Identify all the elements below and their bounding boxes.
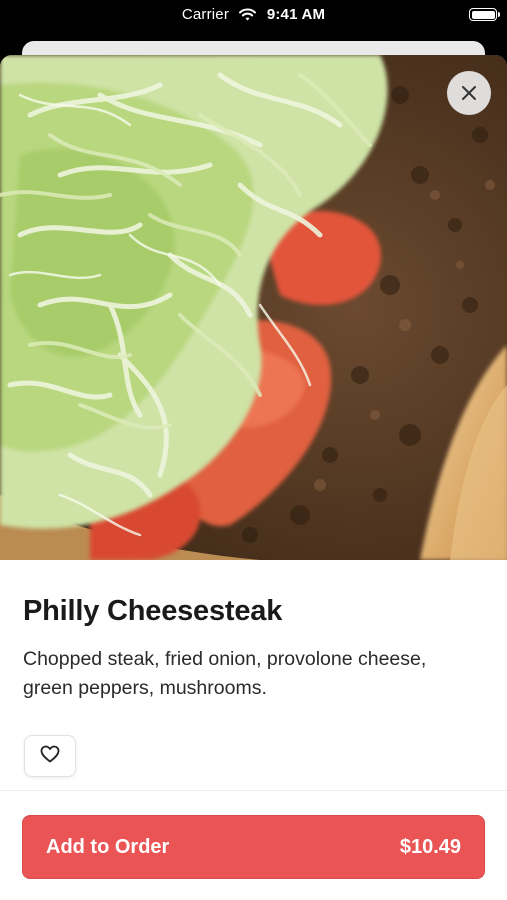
add-to-order-button[interactable]: Add to Order $10.49	[22, 815, 485, 879]
close-icon	[460, 84, 478, 102]
bottom-divider	[0, 790, 507, 791]
product-hero-image	[0, 55, 507, 560]
status-bar: Carrier 9:41 AM	[0, 0, 507, 36]
product-title: Philly Cheesesteak	[23, 595, 283, 627]
wifi-icon	[239, 8, 257, 25]
carrier-label: Carrier	[181, 6, 230, 23]
add-to-order-label: Add to Order	[46, 836, 170, 858]
status-bar-center: Carrier 9:41 AM	[0, 6, 507, 25]
clock-time: 9:41 AM	[266, 6, 326, 23]
favorite-button[interactable]	[24, 735, 76, 777]
order-price: $10.49	[399, 836, 461, 858]
product-sheet: Philly Cheesesteak Chopped steak, fried …	[0, 55, 507, 900]
product-description: Chopped steak, fried onion, provolone ch…	[23, 648, 427, 699]
heart-outline-icon	[40, 745, 60, 768]
battery-icon	[469, 8, 500, 21]
close-button[interactable]	[447, 71, 491, 115]
